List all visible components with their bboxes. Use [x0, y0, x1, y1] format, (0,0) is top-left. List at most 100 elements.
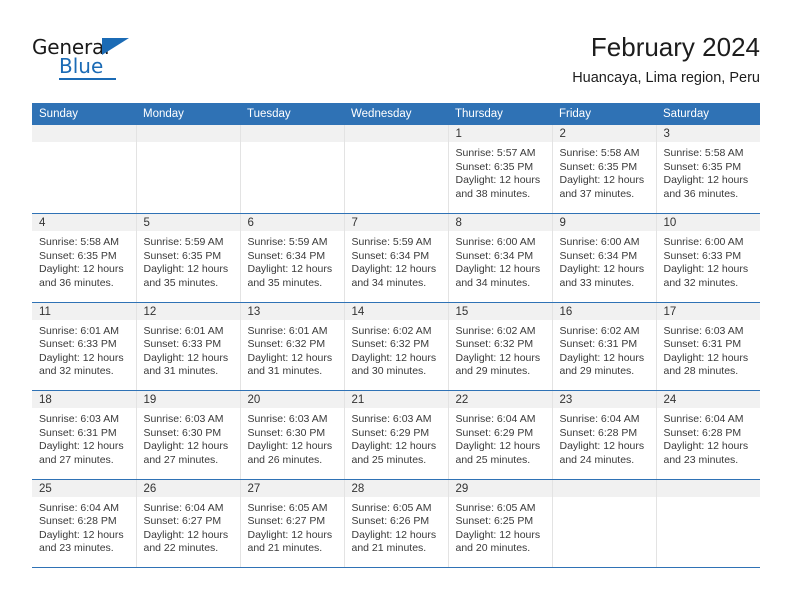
daylight-duration-line1: Daylight: 12 hours — [143, 528, 229, 541]
day-number — [240, 125, 344, 142]
general-blue-logo[interactable]: General Blue — [32, 36, 162, 82]
sunrise-time: Sunrise: 6:01 AM — [247, 324, 328, 337]
sunset-time: Sunset: 6:32 PM — [455, 338, 534, 351]
daylight-duration-line1: Daylight: 12 hours — [559, 263, 645, 276]
sunset-time: Sunset: 6:32 PM — [247, 338, 326, 351]
calendar-day-cell[interactable]: 23 Sunrise: 6:04 AM Sunset: 6:28 PM Dayligh… — [552, 390, 657, 480]
daylight-duration-line1: Daylight: 12 hours — [663, 351, 749, 364]
daylight-duration-line2: and 32 minutes. — [663, 276, 739, 289]
calendar-day-cell[interactable]: 28 Sunrise: 6:05 AM Sunset: 6:26 PM Dayligh… — [344, 479, 449, 568]
day-details: Sunrise: 5:59 AM Sunset: 6:34 PM Daylight:… — [345, 231, 448, 290]
calendar-day-cell[interactable]: 22 Sunrise: 6:04 AM Sunset: 6:29 PM Dayligh… — [448, 390, 553, 480]
sunrise-time: Sunrise: 6:04 AM — [39, 501, 119, 514]
calendar-week-row: 25 Sunrise: 6:04 AM Sunset: 6:28 PM Dayligh… — [32, 479, 760, 568]
day-details: Sunrise: 6:03 AM Sunset: 6:30 PM Daylight:… — [241, 408, 344, 467]
daylight-duration-line2: and 30 minutes. — [351, 365, 427, 378]
day-details: Sunrise: 6:01 AM Sunset: 6:32 PM Daylight:… — [241, 320, 344, 379]
calendar-day-cell[interactable]: 18 Sunrise: 6:03 AM Sunset: 6:31 PM Dayligh… — [32, 390, 137, 480]
sunrise-time: Sunrise: 6:00 AM — [559, 236, 640, 248]
day-number: 11 — [32, 302, 136, 320]
day-details: Sunrise: 6:02 AM Sunset: 6:31 PM Daylight:… — [553, 320, 656, 379]
sunset-time: Sunset: 6:29 PM — [455, 426, 534, 439]
sunrise-time: Sunrise: 5:58 AM — [39, 236, 119, 248]
sunset-time: Sunset: 6:35 PM — [559, 160, 638, 173]
day-details: Sunrise: 5:57 AM Sunset: 6:35 PM Daylight:… — [449, 142, 552, 201]
day-details: Sunrise: 5:59 AM Sunset: 6:34 PM Daylight:… — [241, 231, 344, 290]
daylight-duration-line2: and 25 minutes. — [351, 453, 427, 466]
day-number: 12 — [136, 302, 240, 320]
weekday-header-sunday: Sunday — [32, 103, 136, 125]
calendar-day-cell[interactable]: 24 Sunrise: 6:04 AM Sunset: 6:28 PM Dayligh… — [656, 390, 761, 480]
sunset-time: Sunset: 6:28 PM — [39, 515, 117, 528]
daylight-duration-line1: Daylight: 12 hours — [143, 440, 229, 453]
day-number: 17 — [656, 302, 760, 320]
day-details: Sunrise: 6:05 AM Sunset: 6:27 PM Daylight:… — [241, 497, 344, 556]
day-details: Sunrise: 5:58 AM Sunset: 6:35 PM Daylight:… — [553, 142, 656, 201]
sunset-time: Sunset: 6:29 PM — [351, 426, 430, 439]
sunrise-time: Sunrise: 6:04 AM — [455, 413, 536, 425]
calendar-day-cell[interactable]: 12 Sunrise: 6:01 AM Sunset: 6:33 PM Dayligh… — [136, 302, 241, 391]
day-number — [136, 125, 240, 142]
sunrise-time: Sunrise: 6:03 AM — [663, 324, 744, 337]
calendar-day-cell[interactable]: 14 Sunrise: 6:02 AM Sunset: 6:32 PM Dayligh… — [344, 302, 449, 391]
calendar-day-cell[interactable]: 26 Sunrise: 6:04 AM Sunset: 6:27 PM Dayligh… — [136, 479, 241, 568]
calendar-day-cell[interactable]: 20 Sunrise: 6:03 AM Sunset: 6:30 PM Dayligh… — [240, 390, 345, 480]
calendar-day-cell[interactable]: 9 Sunrise: 6:00 AM Sunset: 6:34 PM Daylight… — [552, 213, 657, 303]
calendar-day-cell[interactable]: 16 Sunrise: 6:02 AM Sunset: 6:31 PM Dayligh… — [552, 302, 657, 391]
calendar-day-cell[interactable]: 2 Sunrise: 5:58 AM Sunset: 6:35 PM Daylight… — [552, 125, 657, 214]
day-number — [344, 125, 448, 142]
daylight-duration-line1: Daylight: 12 hours — [559, 174, 645, 187]
calendar-week-row: 11 Sunrise: 6:01 AM Sunset: 6:33 PM Dayligh… — [32, 302, 760, 391]
calendar-day-cell[interactable]: 4 Sunrise: 5:58 AM Sunset: 6:35 PM Daylight… — [32, 213, 137, 303]
calendar-day-cell[interactable]: 27 Sunrise: 6:05 AM Sunset: 6:27 PM Dayligh… — [240, 479, 345, 568]
daylight-duration-line1: Daylight: 12 hours — [39, 263, 124, 276]
daylight-duration-line1: Daylight: 12 hours — [143, 351, 229, 364]
day-number: 26 — [136, 479, 240, 497]
calendar-day-cell[interactable]: 8 Sunrise: 6:00 AM Sunset: 6:34 PM Daylight… — [448, 213, 553, 303]
calendar-day-cell[interactable]: 6 Sunrise: 5:59 AM Sunset: 6:34 PM Daylight… — [240, 213, 345, 303]
sunrise-time: Sunrise: 6:03 AM — [351, 413, 432, 425]
sunset-time: Sunset: 6:35 PM — [663, 160, 742, 173]
calendar-week-row: 1 Sunrise: 5:57 AM Sunset: 6:35 PM Daylight… — [32, 125, 760, 214]
calendar-day-cell[interactable]: 17 Sunrise: 6:03 AM Sunset: 6:31 PM Dayligh… — [656, 302, 760, 391]
sunset-time: Sunset: 6:31 PM — [663, 338, 742, 351]
calendar-day-cell[interactable]: 3 Sunrise: 5:58 AM Sunset: 6:35 PM Daylight… — [656, 125, 760, 214]
sunset-time: Sunset: 6:34 PM — [559, 249, 638, 262]
day-details: Sunrise: 6:00 AM Sunset: 6:33 PM Daylight:… — [657, 231, 761, 290]
weekday-header-wednesday: Wednesday — [344, 103, 448, 125]
day-details: Sunrise: 6:00 AM Sunset: 6:34 PM Daylight:… — [553, 231, 656, 290]
logo-text-blue: Blue — [59, 54, 104, 78]
calendar-day-cell[interactable]: 25 Sunrise: 6:04 AM Sunset: 6:28 PM Dayligh… — [32, 479, 137, 568]
day-number: 3 — [656, 125, 760, 142]
daylight-duration-line2: and 29 minutes. — [455, 365, 531, 378]
page-header: General Blue February 2024 Huancaya, Lim… — [32, 30, 760, 92]
calendar-day-cell[interactable]: 13 Sunrise: 6:01 AM Sunset: 6:32 PM Dayligh… — [240, 302, 345, 391]
calendar-day-cell[interactable]: 15 Sunrise: 6:02 AM Sunset: 6:32 PM Dayligh… — [448, 302, 553, 391]
calendar-day-cell[interactable]: 19 Sunrise: 6:03 AM Sunset: 6:30 PM Dayligh… — [136, 390, 241, 480]
sunset-time: Sunset: 6:30 PM — [247, 426, 326, 439]
title-block: February 2024 Huancaya, Lima region, Per… — [572, 30, 760, 89]
day-number: 28 — [344, 479, 448, 497]
day-details: Sunrise: 6:00 AM Sunset: 6:34 PM Daylight:… — [449, 231, 552, 290]
calendar-day-cell[interactable]: 5 Sunrise: 5:59 AM Sunset: 6:35 PM Daylight… — [136, 213, 241, 303]
page-title: February 2024 — [590, 32, 760, 62]
daylight-duration-line1: Daylight: 12 hours — [39, 528, 124, 541]
daylight-duration-line2: and 36 minutes. — [39, 276, 114, 289]
sunrise-time: Sunrise: 6:02 AM — [455, 324, 536, 337]
day-details: Sunrise: 6:02 AM Sunset: 6:32 PM Daylight:… — [345, 320, 448, 379]
day-number: 24 — [656, 391, 760, 408]
daylight-duration-line2: and 27 minutes. — [143, 453, 219, 466]
day-number: 18 — [32, 391, 136, 408]
sunset-time: Sunset: 6:35 PM — [143, 249, 222, 262]
day-details: Sunrise: 6:04 AM Sunset: 6:28 PM Daylight:… — [657, 408, 761, 467]
calendar-day-cell[interactable]: 11 Sunrise: 6:01 AM Sunset: 6:33 PM Dayligh… — [32, 302, 137, 391]
calendar-day-cell[interactable]: 10 Sunrise: 6:00 AM Sunset: 6:33 PM Dayligh… — [656, 213, 761, 303]
sunset-time: Sunset: 6:31 PM — [559, 338, 638, 351]
daylight-duration-line2: and 31 minutes. — [247, 365, 323, 378]
calendar-day-cell[interactable]: 29 Sunrise: 6:05 AM Sunset: 6:25 PM Dayligh… — [448, 479, 553, 568]
daylight-duration-line2: and 31 minutes. — [143, 365, 219, 378]
daylight-duration-line1: Daylight: 12 hours — [455, 440, 541, 453]
calendar-day-cell[interactable]: 21 Sunrise: 6:03 AM Sunset: 6:29 PM Dayligh… — [344, 390, 449, 480]
calendar-day-cell[interactable]: 7 Sunrise: 5:59 AM Sunset: 6:34 PM Daylight… — [344, 213, 449, 303]
calendar-day-cell[interactable]: 1 Sunrise: 5:57 AM Sunset: 6:35 PM Daylight… — [448, 125, 553, 214]
